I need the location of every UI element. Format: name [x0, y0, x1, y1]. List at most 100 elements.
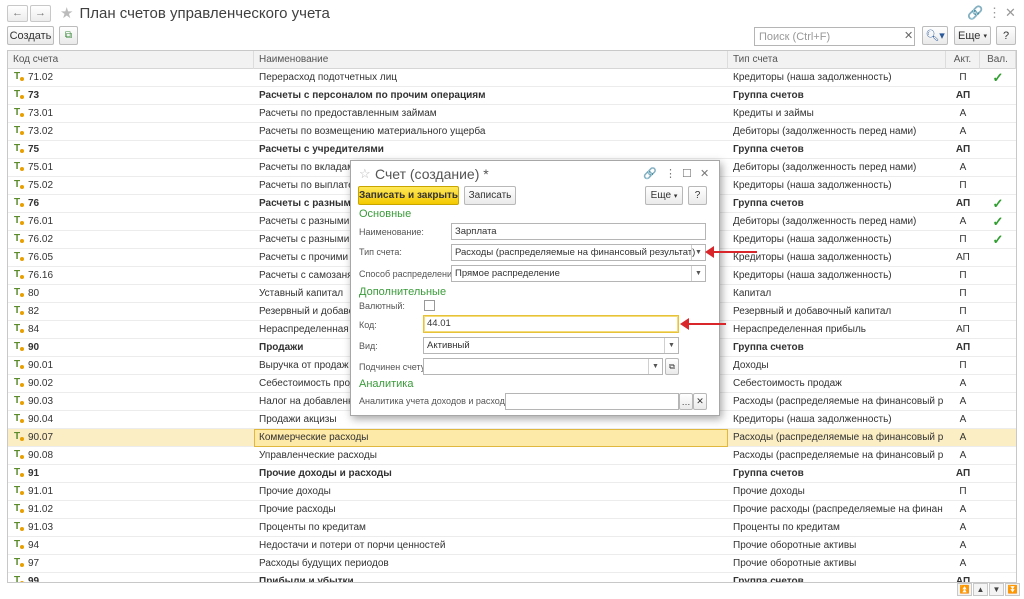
scroll-top-button[interactable]: ⏫: [957, 583, 972, 596]
name-field[interactable]: Зарплата: [451, 223, 706, 240]
code-field[interactable]: 44.01: [423, 315, 679, 333]
table-row[interactable]: T 97 Расходы будущих периодов Прочие оборот…: [8, 555, 1016, 573]
account-icon: T: [14, 360, 26, 372]
table-row[interactable]: T 73.01 Расчеты по предоставленным займам К…: [8, 105, 1016, 123]
arrow-right-icon: →: [35, 7, 46, 19]
favorite-star-icon[interactable]: ★: [60, 6, 73, 21]
currency-label: Валютный:: [359, 301, 405, 311]
annotation-arrow: [680, 318, 726, 330]
column-header[interactable]: Тип счета: [728, 51, 946, 69]
cell-type: Кредиторы (наша задолженность): [733, 252, 892, 263]
search-input[interactable]: Поиск (Ctrl+F): [754, 27, 915, 46]
link-icon[interactable]: 🔗: [643, 167, 657, 180]
cell-type: Расходы (распределяемые на финансовый ре…: [733, 396, 943, 407]
help-button[interactable]: ?: [688, 186, 707, 205]
distribution-select[interactable]: Прямое распределение ▼: [451, 265, 706, 282]
account-icon: T: [14, 252, 26, 264]
account-icon: T: [14, 270, 26, 282]
account-icon: T: [14, 396, 26, 408]
cell-code: 75.01: [28, 162, 54, 173]
favorite-star-icon[interactable]: ☆: [359, 166, 371, 182]
cell-name: Прочие доходы: [259, 486, 331, 497]
currency-check: [980, 321, 1016, 339]
analytics-field[interactable]: [505, 393, 679, 410]
more-button[interactable]: Еще ▾: [954, 26, 991, 45]
currency-check: [980, 375, 1016, 393]
kind-select[interactable]: Активный ▼: [423, 337, 679, 354]
column-header[interactable]: Вал.: [980, 51, 1016, 69]
currency-checkbox[interactable]: [424, 300, 435, 311]
table-row[interactable]: T 94 Недостачи и потери от порчи ценностей…: [8, 537, 1016, 555]
cell-type: Прочие оборотные активы: [733, 558, 857, 569]
cell-code: 75: [28, 144, 40, 155]
close-icon[interactable]: ✕: [700, 167, 709, 180]
save-and-close-button[interactable]: Записать и закрыть: [358, 186, 459, 205]
table-row[interactable]: T 71.02 Перерасход подотчетных лиц Кредитор…: [8, 69, 1016, 87]
cell-type: Капитал: [733, 288, 772, 299]
search-button[interactable]: 🔍︎▾: [922, 26, 948, 45]
clear-search-icon[interactable]: ✕: [904, 29, 913, 42]
cell-act: А: [959, 450, 967, 461]
chevron-down-icon[interactable]: ▼: [648, 359, 662, 374]
menu-dots-icon[interactable]: ⋮: [665, 167, 676, 180]
cell-act: А: [959, 108, 967, 119]
chevron-down-icon[interactable]: ▼: [691, 245, 705, 260]
account-icon: T: [14, 90, 26, 102]
table-header: Код счета Наименование Тип счета Акт. Вал.: [8, 51, 1016, 69]
table-row[interactable]: T 73.02 Расчеты по возмещению материальног…: [8, 123, 1016, 141]
account-icon: T: [14, 288, 26, 300]
create-button[interactable]: Создать: [7, 26, 54, 45]
cell-name: Недостачи и потери от порчи ценностей: [259, 540, 446, 551]
link-icon[interactable]: 🔗: [967, 5, 983, 21]
currency-check: ✓: [992, 232, 1004, 247]
cell-type: Группа счетов: [733, 468, 804, 479]
column-header[interactable]: Акт.: [946, 51, 980, 69]
title-bar: ← → ★ План счетов управленческого учета …: [0, 0, 1024, 26]
account-type-select[interactable]: Расходы (распределяемые на финансовый ре…: [451, 244, 706, 261]
chevron-down-icon[interactable]: ▼: [664, 338, 678, 353]
cell-type: Кредиторы (наша задолженность): [733, 414, 892, 425]
forward-button[interactable]: →: [30, 4, 51, 22]
parent-account-select[interactable]: ▼: [423, 358, 663, 375]
select-analytics-button[interactable]: …: [679, 393, 693, 410]
clear-analytics-button[interactable]: ✕: [693, 393, 707, 410]
scroll-up-button[interactable]: ▲: [973, 583, 988, 596]
column-header[interactable]: Код счета: [8, 51, 254, 69]
distribution-label: Способ распределения:: [359, 269, 460, 279]
table-row[interactable]: T 91 Прочие доходы и расходы Группа счетов А…: [8, 465, 1016, 483]
column-header[interactable]: Наименование: [254, 51, 728, 69]
table-row[interactable]: T 73 Расчеты с персоналом по прочим операц…: [8, 87, 1016, 105]
table-row[interactable]: T 91.01 Прочие доходы Прочие доходы П: [8, 483, 1016, 501]
table-row[interactable]: T 91.03 Проценты по кредитам Проценты по кр…: [8, 519, 1016, 537]
help-button[interactable]: ?: [996, 26, 1016, 45]
table-row[interactable]: T 90.08 Управленческие расходы Расходы (рас…: [8, 447, 1016, 465]
currency-check: [980, 249, 1016, 267]
cell-code: 90.03: [28, 396, 54, 407]
cell-code: 73.01: [28, 108, 54, 119]
table-row[interactable]: T 99 Прибыли и убытки Группа счетов АП: [8, 573, 1016, 583]
close-icon: ✕: [696, 396, 704, 406]
chevron-down-icon[interactable]: ▼: [691, 266, 705, 281]
save-button[interactable]: Записать: [464, 186, 516, 205]
cell-code: 94: [28, 540, 40, 551]
maximize-icon[interactable]: ☐: [682, 167, 692, 180]
account-icon: T: [14, 216, 26, 228]
cell-code: 90.02: [28, 378, 54, 389]
cell-name: Прибыли и убытки: [259, 576, 354, 583]
account-type-label: Тип счета:: [359, 247, 402, 257]
scroll-down-button[interactable]: ▼: [989, 583, 1004, 596]
close-icon[interactable]: ✕: [1005, 5, 1016, 21]
copy-button[interactable]: ⧉: [59, 26, 78, 45]
open-link-button[interactable]: ⧉: [665, 358, 679, 375]
table-row[interactable]: T 75 Расчеты с учредителями Группа счетов АП: [8, 141, 1016, 159]
more-button[interactable]: Еще ▾: [645, 186, 683, 205]
currency-check: [980, 465, 1016, 483]
back-button[interactable]: ←: [7, 4, 28, 22]
table-row[interactable]: T 90.07 Коммерческие расходы Расходы (распр…: [8, 429, 1016, 447]
scroll-bottom-button[interactable]: ⏬: [1005, 583, 1020, 596]
menu-dots-icon[interactable]: ⋮: [988, 5, 1001, 21]
table-row[interactable]: T 91.02 Прочие расходы Прочие расходы (расп…: [8, 501, 1016, 519]
cell-act: АП: [956, 324, 970, 335]
cell-act: П: [959, 72, 967, 83]
cell-type: Группа счетов: [733, 198, 804, 209]
